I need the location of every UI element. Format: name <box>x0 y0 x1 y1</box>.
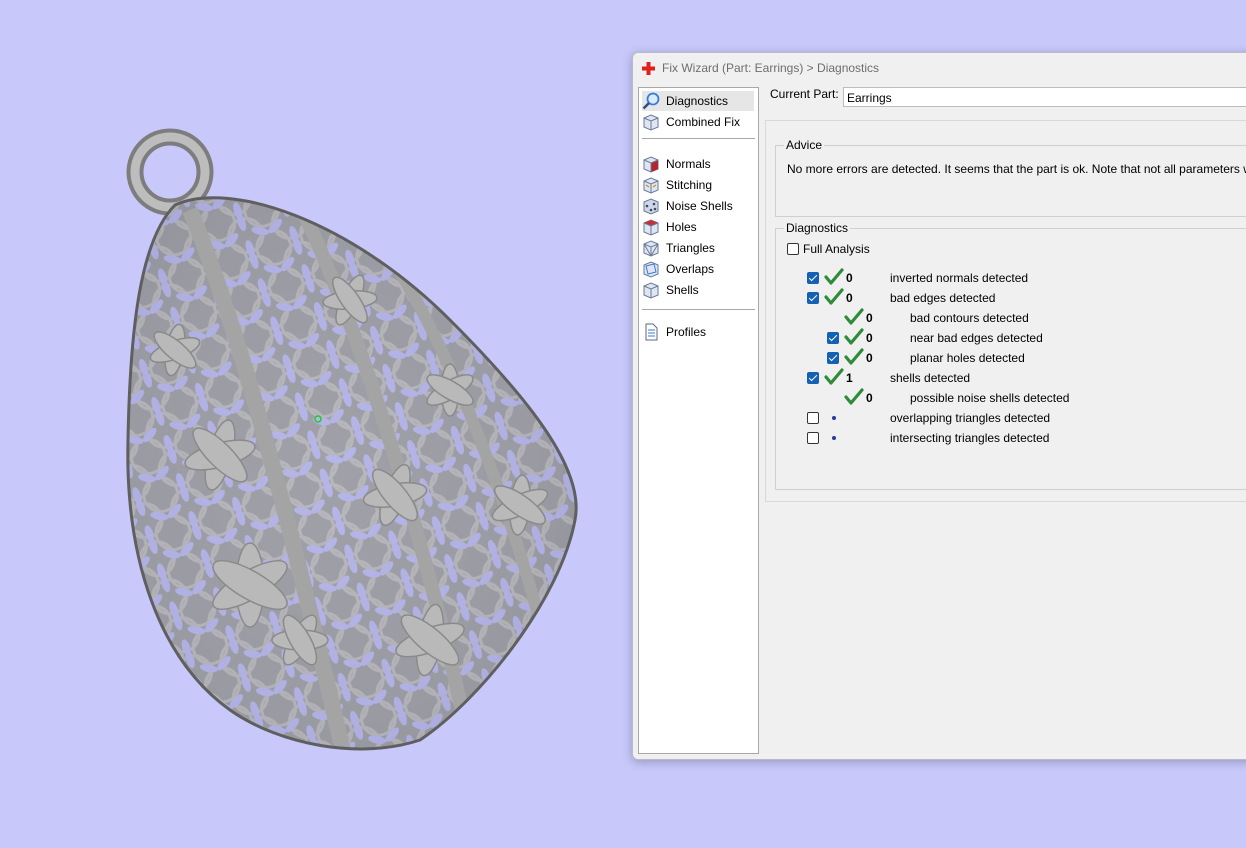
diag-count: 0 <box>866 391 873 405</box>
current-part-label: Current Part: <box>770 87 839 101</box>
nav-item-shells[interactable]: Shells <box>642 280 754 300</box>
overlaps-cube-icon <box>643 261 659 278</box>
current-part-value: Earrings <box>847 91 892 105</box>
nav-divider <box>642 138 755 139</box>
nav-item-overlaps[interactable]: Overlaps <box>642 259 754 279</box>
nav-item-profiles[interactable]: Profiles <box>642 322 754 342</box>
magnifier-icon <box>642 92 660 110</box>
nav-label: Holes <box>666 220 697 234</box>
diag-label: planar holes detected <box>910 351 1025 365</box>
3d-viewport[interactable] <box>0 0 640 848</box>
nav-label: Overlaps <box>666 262 715 276</box>
diag-row-checkbox[interactable] <box>807 432 819 444</box>
earring-model <box>126 128 578 751</box>
full-analysis-checkbox[interactable] <box>787 243 799 255</box>
diag-row-checkbox[interactable] <box>807 292 819 304</box>
green-check-icon <box>844 348 864 365</box>
triangles-cube-icon <box>643 240 659 257</box>
diag-row-checkbox[interactable] <box>807 412 819 424</box>
diag-label: intersecting triangles detected <box>890 431 1050 445</box>
advice-legend: Advice <box>784 138 825 152</box>
cube-icon <box>643 114 659 131</box>
nav-label: Stitching <box>666 178 713 192</box>
window-title: Fix Wizard (Part: Earrings) > Diagnostic… <box>662 61 880 75</box>
green-check-icon <box>844 328 864 345</box>
holes-cube-icon <box>643 219 659 236</box>
diag-count: 0 <box>866 311 873 325</box>
nav-item-holes[interactable]: Holes <box>642 217 754 237</box>
green-check-icon <box>824 368 844 385</box>
nav-item-combined-fix[interactable]: Combined Fix <box>642 112 754 132</box>
nav-label: Combined Fix <box>666 115 741 129</box>
diag-label: overlapping triangles detected <box>890 411 1051 425</box>
nav-item-diagnostics[interactable]: Diagnostics <box>642 91 754 111</box>
pending-dot-icon <box>832 416 836 420</box>
diag-count: 0 <box>866 331 873 345</box>
shells-cube-icon <box>643 282 659 299</box>
pending-dot-icon <box>832 436 836 440</box>
diag-count: 1 <box>846 371 853 385</box>
diag-row-checkbox[interactable] <box>807 372 819 384</box>
title-bar[interactable]: Fix Wizard (Part: Earrings) > Diagnostic… <box>633 53 1246 83</box>
nav-item-stitching[interactable]: Stitching <box>642 175 754 195</box>
nav-item-normals[interactable]: Normals <box>642 154 754 174</box>
diag-label: possible noise shells detected <box>910 391 1070 405</box>
wizard-nav: Diagnostics Combined Fix Normals Stitchi… <box>638 87 759 754</box>
normals-cube-icon <box>643 156 659 173</box>
diag-label: bad contours detected <box>910 311 1029 325</box>
green-check-icon <box>824 288 844 305</box>
diag-row-checkbox[interactable] <box>827 352 839 364</box>
diag-label: inverted normals detected <box>890 271 1029 285</box>
nav-label: Noise Shells <box>666 199 733 213</box>
nav-divider <box>642 309 755 310</box>
diag-count: 0 <box>846 291 853 305</box>
nav-item-triangles[interactable]: Triangles <box>642 238 754 258</box>
diagnostics-group: Diagnostics Full Analysis 0 inverted nor… <box>775 221 1246 490</box>
advice-text: No more errors are detected. It seems th… <box>787 162 1246 176</box>
nav-label: Diagnostics <box>666 94 729 108</box>
diag-row-checkbox[interactable] <box>827 332 839 344</box>
diag-label: shells detected <box>890 371 971 385</box>
nav-item-noise-shells[interactable]: Noise Shells <box>642 196 754 216</box>
diag-count: 0 <box>866 351 873 365</box>
green-check-icon <box>824 268 844 285</box>
diag-label: bad edges detected <box>890 291 996 305</box>
noise-shells-icon <box>643 198 659 215</box>
advice-group: Advice No more errors are detected. It s… <box>775 138 1246 217</box>
diagnostics-legend: Diagnostics <box>784 221 851 235</box>
current-part-field[interactable]: Earrings <box>843 87 1246 107</box>
diag-count: 0 <box>846 271 853 285</box>
diag-row-checkbox[interactable] <box>807 272 819 284</box>
stitching-cube-icon <box>643 177 659 194</box>
diag-label: near bad edges detected <box>910 331 1043 345</box>
full-analysis-label: Full Analysis <box>803 242 870 256</box>
document-icon <box>645 323 658 341</box>
green-check-icon <box>844 388 864 405</box>
nav-label: Profiles <box>666 325 707 339</box>
nav-label: Shells <box>666 283 699 297</box>
fix-wizard-dialog: Fix Wizard (Part: Earrings) > Diagnostic… <box>632 52 1246 760</box>
green-check-icon <box>844 308 864 325</box>
nav-label: Normals <box>666 157 711 171</box>
red-cross-icon <box>642 62 655 75</box>
diagnostics-panel: Advice No more errors are detected. It s… <box>765 120 1246 502</box>
nav-label: Triangles <box>666 241 715 255</box>
